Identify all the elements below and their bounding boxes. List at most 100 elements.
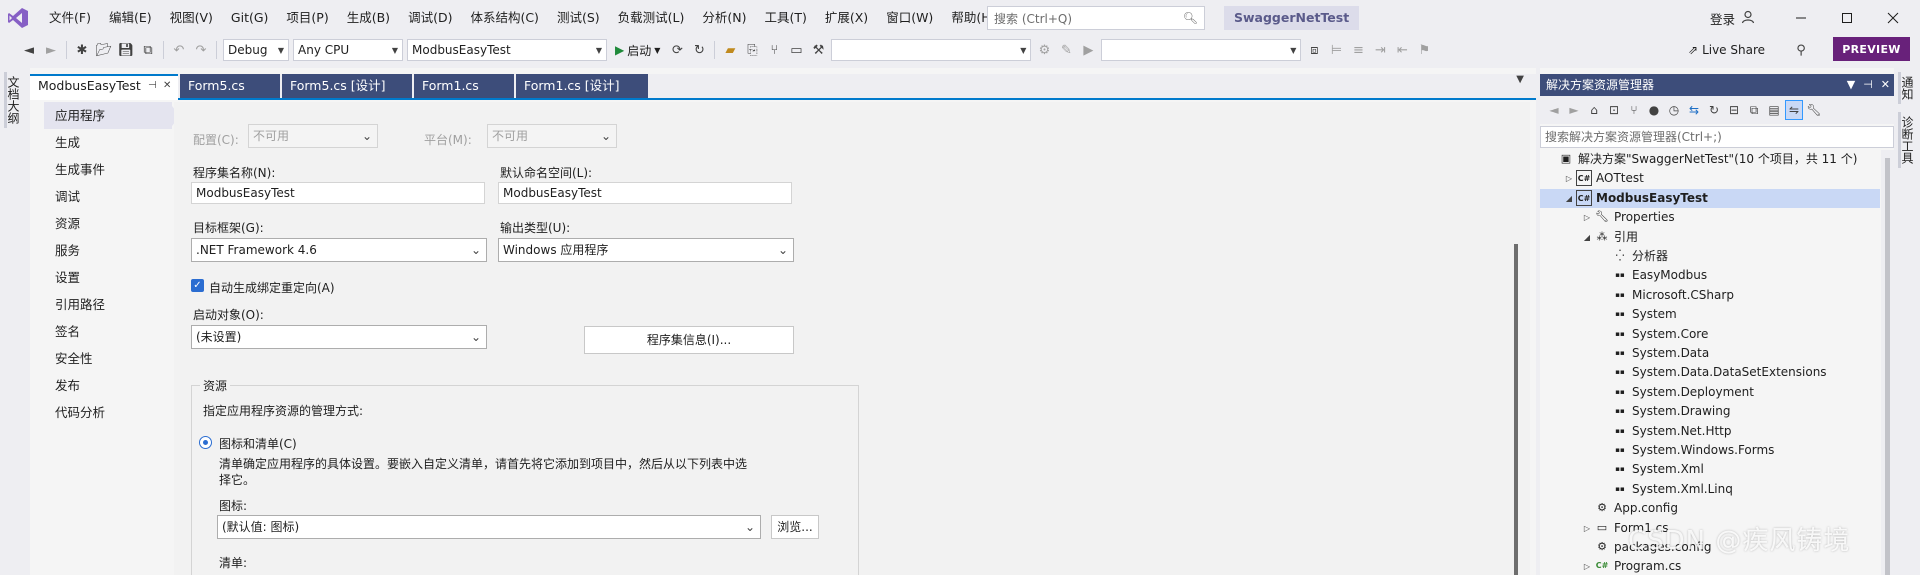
- solution-explorer-scrollbar[interactable]: [1881, 150, 1894, 575]
- sync-with-document-icon[interactable]: ⇋: [1785, 100, 1803, 120]
- refresh-icon[interactable]: ↻: [689, 40, 709, 60]
- redo-icon[interactable]: ↷: [191, 40, 211, 60]
- nav-item[interactable]: 发布: [44, 372, 172, 399]
- comment-icon[interactable]: ▭: [786, 40, 806, 60]
- toolbar-empty-dropdown[interactable]: ▼: [831, 39, 1032, 61]
- nav-item[interactable]: 安全性: [44, 345, 172, 372]
- breakpoint-icon[interactable]: ⧈: [1304, 40, 1324, 60]
- tab-form1-cs[interactable]: Form1.cs: [414, 74, 514, 98]
- tree-item[interactable]: ▪▪ System.Xml.Linq: [1540, 480, 1880, 499]
- pin-icon[interactable]: ⊣: [1863, 74, 1873, 96]
- back-icon[interactable]: ◄: [1545, 100, 1563, 120]
- menu-item[interactable]: 窗口(W): [877, 0, 942, 36]
- login-button[interactable]: 登录: [1710, 0, 1755, 36]
- nav-item[interactable]: 资源: [44, 210, 172, 237]
- notifications-tab[interactable]: 通知: [1898, 72, 1916, 104]
- minimize-button[interactable]: [1778, 0, 1824, 36]
- tree-item[interactable]: ▪▪ System.Net.Http: [1540, 422, 1880, 441]
- tree-item[interactable]: ⚙ App.config: [1540, 499, 1880, 518]
- tree-item[interactable]: ▪▪ System.Xml: [1540, 460, 1880, 479]
- save-all-icon[interactable]: ⧉: [138, 40, 158, 60]
- menu-item[interactable]: 调试(D): [399, 0, 461, 36]
- attach-icon[interactable]: ⟳: [667, 40, 687, 60]
- nav-item[interactable]: 设置: [44, 264, 172, 291]
- tree-item[interactable]: ▪▪ System: [1540, 305, 1880, 324]
- menu-item[interactable]: 测试(S): [548, 0, 609, 36]
- nav-item[interactable]: 代码分析: [44, 399, 172, 426]
- git-pending-icon[interactable]: ⑂: [1625, 100, 1643, 120]
- collapse-arrow-icon[interactable]: ◢: [1582, 228, 1592, 247]
- menu-item[interactable]: 文件(F): [40, 0, 100, 36]
- menu-item[interactable]: 工具(T): [755, 0, 815, 36]
- preview-badge[interactable]: PREVIEW: [1833, 37, 1910, 61]
- menu-item[interactable]: 分析(N): [693, 0, 755, 36]
- default-namespace-field[interactable]: ModbusEasyTest: [498, 182, 792, 204]
- expand-arrow-icon[interactable]: ▷: [1582, 557, 1592, 575]
- align-center-icon[interactable]: ≡: [1348, 40, 1368, 60]
- nav-item[interactable]: 服务: [44, 237, 172, 264]
- target-framework-dropdown[interactable]: .NET Framework 4.6 ⌄: [191, 238, 487, 262]
- run-icon[interactable]: ▶: [1078, 40, 1098, 60]
- toolbar-empty-dropdown-2[interactable]: ▼: [1101, 39, 1302, 61]
- browse-button[interactable]: 浏览...: [771, 515, 819, 539]
- tree-item[interactable]: ▪▪ System.Data.DataSetExtensions: [1540, 363, 1880, 382]
- switch-views-icon[interactable]: ⊡: [1605, 100, 1623, 120]
- nav-item[interactable]: 调试: [44, 183, 172, 210]
- expand-arrow-icon[interactable]: ▷: [1564, 169, 1574, 188]
- sync-icon[interactable]: ⇆: [1685, 100, 1703, 120]
- screenshot-icon[interactable]: ⎘: [742, 40, 762, 60]
- assembly-name-field[interactable]: ModbusEasyTest: [191, 182, 485, 204]
- tree-item[interactable]: ▪▪ System.Data: [1540, 344, 1880, 363]
- tab-form5-designer[interactable]: Form5.cs [设计]: [282, 74, 412, 98]
- tree-item[interactable]: ▪▪ System.Core: [1540, 325, 1880, 344]
- tree-item[interactable]: ▷ C# AOTtest: [1540, 169, 1880, 188]
- folder-icon[interactable]: ▰: [720, 40, 740, 60]
- close-icon[interactable]: ✕: [163, 76, 171, 96]
- live-share-button[interactable]: ⇗ Live Share: [1688, 40, 1765, 60]
- platform-dropdown[interactable]: Any CPU ▼: [293, 39, 403, 61]
- tab-form1-designer[interactable]: Form1.cs [设计]: [516, 74, 648, 98]
- expand-arrow-icon[interactable]: ▷: [1582, 519, 1592, 538]
- start-debugging-button[interactable]: ▶ 启动 ▼: [615, 42, 660, 59]
- feedback-icon[interactable]: ⚲: [1791, 40, 1811, 60]
- github-icon[interactable]: ●: [1645, 100, 1663, 120]
- solution-name-badge[interactable]: SwaggerNetTest: [1224, 6, 1360, 30]
- outdent-icon[interactable]: ⇤: [1392, 40, 1412, 60]
- forward-icon[interactable]: ►: [1565, 100, 1583, 120]
- document-outline-tab[interactable]: 文档大纲: [4, 72, 22, 128]
- tree-item[interactable]: ⁛ 分析器: [1540, 247, 1880, 266]
- startup-object-dropdown[interactable]: (未设置) ⌄: [191, 325, 487, 349]
- align-left-icon[interactable]: ⊨: [1326, 40, 1346, 60]
- close-window-button[interactable]: [1870, 0, 1916, 36]
- undo-icon[interactable]: ↶: [169, 40, 189, 60]
- tree-item[interactable]: ▷ C# Program.cs: [1540, 557, 1880, 575]
- menu-item[interactable]: 视图(V): [161, 0, 222, 36]
- close-icon[interactable]: ✕: [1881, 74, 1890, 96]
- global-search-input[interactable]: 搜索 (Ctrl+Q) 🔍︎: [987, 6, 1205, 30]
- tree-item[interactable]: ◢ C# ModbusEasyTest: [1540, 188, 1880, 208]
- nav-item[interactable]: 生成: [44, 129, 172, 156]
- visual-studio-logo-icon[interactable]: [0, 0, 36, 36]
- forward-icon[interactable]: ►: [41, 40, 61, 60]
- icon-manifest-radio[interactable]: [199, 436, 212, 449]
- history-icon[interactable]: ◷: [1665, 100, 1683, 120]
- assembly-info-button[interactable]: 程序集信息(I)...: [584, 326, 794, 354]
- configuration-dropdown[interactable]: Debug ▼: [223, 39, 289, 61]
- tab-form5-cs[interactable]: Form5.cs: [180, 74, 280, 98]
- back-icon[interactable]: ◄: [19, 40, 39, 60]
- menu-item[interactable]: 负载测试(L): [609, 0, 694, 36]
- git-icon[interactable]: ⑂: [764, 40, 784, 60]
- properties-icon[interactable]: 🔧︎: [1805, 100, 1823, 120]
- solution-explorer-search-input[interactable]: 搜索解决方案资源管理器(Ctrl+;): [1540, 126, 1894, 148]
- menu-item[interactable]: 生成(B): [338, 0, 399, 36]
- menu-item[interactable]: Git(G): [222, 0, 278, 36]
- vertical-scrollbar[interactable]: [1514, 244, 1518, 575]
- tree-item[interactable]: ◢ ⁂ 引用: [1540, 228, 1880, 247]
- tree-item[interactable]: ▪▪ System.Deployment: [1540, 383, 1880, 402]
- show-all-files-icon[interactable]: ▤: [1765, 100, 1783, 120]
- startup-project-dropdown[interactable]: ModbusEasyTest ▼: [407, 39, 607, 61]
- copy-icon[interactable]: ⧉: [1745, 100, 1763, 120]
- collapse-arrow-icon[interactable]: ◢: [1564, 189, 1574, 208]
- menu-item[interactable]: 项目(P): [277, 0, 337, 36]
- refresh-icon[interactable]: ↻: [1705, 100, 1723, 120]
